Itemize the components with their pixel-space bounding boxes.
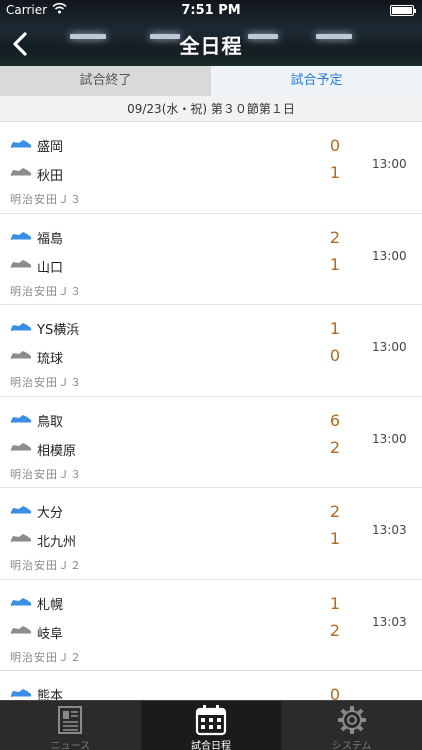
segment-scheduled[interactable]: 試合予定 <box>211 66 422 96</box>
news-icon <box>58 706 83 734</box>
home-team: 盛岡 <box>37 140 64 155</box>
match-row[interactable]: YS横浜 琉球 1 0 13:00 明治安田Ｊ３ <box>0 305 422 397</box>
match-row[interactable]: 盛岡 秋田 0 1 13:00 明治安田Ｊ３ <box>0 122 422 214</box>
away-team: 山口 <box>37 260 64 276</box>
away-score: 1 <box>329 254 341 274</box>
match-row[interactable]: 熊本 0 <box>0 671 422 700</box>
away-shoe-icon <box>11 625 31 634</box>
home-score: 0 <box>329 685 341 700</box>
away-shoe-icon <box>11 534 31 543</box>
home-team: YS横浜 <box>37 323 80 338</box>
kickoff-time: 13:00 <box>372 431 407 446</box>
home-score: 1 <box>329 319 341 338</box>
page-title: 全日程 <box>179 34 243 58</box>
kickoff-time: 13:00 <box>372 248 407 263</box>
league-label: 明治安田Ｊ２ <box>10 650 82 664</box>
status-time: 7:51 PM <box>181 3 241 18</box>
away-score: 1 <box>329 163 341 182</box>
away-team: 岐阜 <box>37 626 64 642</box>
away-team: 秋田 <box>37 169 64 184</box>
tab-system-label: システム <box>331 741 372 750</box>
league-label: 明治安田Ｊ２ <box>10 559 82 572</box>
date-header: 09/23(水・祝) 第３０節第１日 <box>0 96 422 122</box>
tab-system[interactable]: システム <box>281 701 422 750</box>
segmented-control: 試合終了 試合予定 <box>0 66 422 96</box>
home-shoe-icon <box>11 231 31 240</box>
home-score: 6 <box>329 410 341 430</box>
home-shoe-icon <box>11 689 31 698</box>
home-score: 1 <box>329 593 341 613</box>
away-score: 2 <box>329 437 341 457</box>
gear-icon <box>337 706 366 734</box>
kickoff-time: 13:03 <box>372 614 407 629</box>
away-score: 0 <box>329 346 341 365</box>
away-shoe-icon <box>11 259 31 268</box>
match-row[interactable]: 福島 山口 2 1 13:00 明治安田Ｊ３ <box>0 213 422 305</box>
kickoff-time: 13:03 <box>372 523 407 537</box>
home-team: 鳥取 <box>37 414 64 430</box>
home-score: 2 <box>329 502 341 521</box>
away-score: 2 <box>329 620 341 640</box>
match-list[interactable]: 盛岡 秋田 0 1 13:00 明治安田Ｊ３ 福島 山口 2 1 13:00 明… <box>0 122 422 700</box>
home-score: 0 <box>329 136 341 155</box>
league-label: 明治安田Ｊ３ <box>10 467 82 481</box>
away-shoe-icon <box>11 168 31 177</box>
tab-news-label: ニュース <box>50 741 91 750</box>
away-score: 1 <box>329 529 341 548</box>
home-team: 福島 <box>37 231 64 247</box>
league-label: 明治安田Ｊ３ <box>10 284 82 298</box>
tab-bar: ニュース 試合日程 システム <box>0 700 422 750</box>
home-shoe-icon <box>11 323 31 332</box>
home-team: 熊本 <box>37 689 64 700</box>
home-team: 札幌 <box>37 597 64 613</box>
home-shoe-icon <box>11 506 31 515</box>
match-row[interactable]: 大分 北九州 2 1 13:03 明治安田Ｊ２ <box>0 488 422 580</box>
segment-finished[interactable]: 試合終了 <box>0 66 211 96</box>
tab-schedule-label: 試合日程 <box>191 741 231 750</box>
home-shoe-icon <box>11 597 31 606</box>
home-shoe-icon <box>11 140 31 149</box>
home-score: 2 <box>329 227 341 247</box>
home-shoe-icon <box>11 414 31 423</box>
tab-news[interactable]: ニュース <box>0 701 141 750</box>
kickoff-time: 13:00 <box>372 157 407 171</box>
away-team: 北九州 <box>37 535 77 550</box>
away-team: 相模原 <box>37 443 77 459</box>
match-row[interactable]: 鳥取 相模原 6 2 13:00 明治安田Ｊ３ <box>0 396 422 488</box>
away-team: 琉球 <box>37 352 64 367</box>
home-team: 大分 <box>37 506 64 521</box>
kickoff-time: 13:00 <box>372 340 407 354</box>
tab-schedule[interactable]: 試合日程 <box>140 701 282 750</box>
status-bar: Carrier 7:51 PM <box>0 0 422 20</box>
away-shoe-icon <box>11 351 31 360</box>
league-label: 明治安田Ｊ３ <box>10 193 82 206</box>
battery-icon <box>390 5 416 16</box>
calendar-icon <box>195 705 227 736</box>
away-shoe-icon <box>11 442 31 451</box>
match-row[interactable]: 札幌 岐阜 1 2 13:03 明治安田Ｊ２ <box>0 579 422 671</box>
league-label: 明治安田Ｊ３ <box>10 376 82 389</box>
